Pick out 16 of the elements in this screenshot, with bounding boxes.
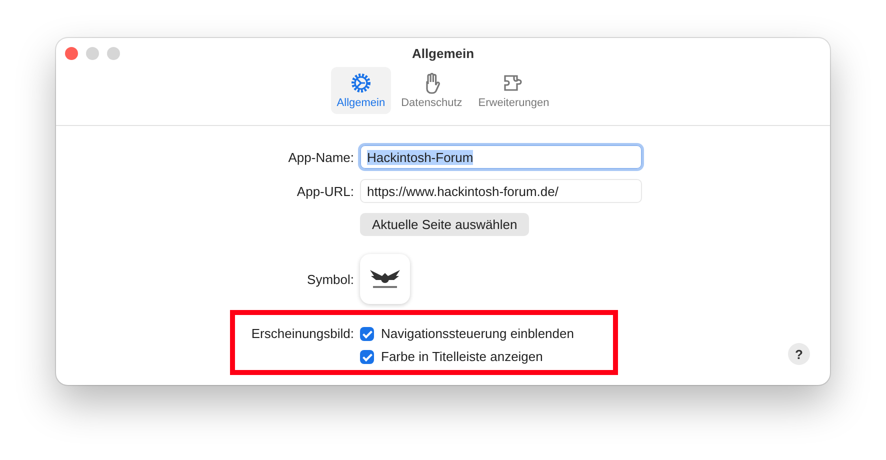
toolbar-tab[interactable]: Erweiterungen [472, 67, 556, 114]
toolbar-tab[interactable]: Allgemein [330, 67, 392, 114]
checkbox-option[interactable]: Farbe in Titelleiste anzeigen [360, 349, 642, 364]
field-label: Symbol: [307, 272, 354, 286]
url-field[interactable]: https://www.hackintosh-forum.de/ [360, 179, 642, 203]
checkbox-label: Navigationssteuerung einblenden [381, 326, 574, 341]
field-label: App-Name: [288, 150, 354, 164]
window-title: Allgemein [412, 46, 474, 61]
toolbar-tab[interactable]: Datenschutz [395, 67, 468, 114]
help-button[interactable]: ? [788, 343, 810, 365]
field-label: Erscheinungsbild: [251, 326, 354, 341]
checkbox-option[interactable]: Navigationssteuerung einblenden [360, 326, 642, 341]
name-field[interactable]: Hackintosh-Forum [360, 145, 642, 169]
field-label: App-URL: [296, 184, 354, 198]
checkbox-label: Farbe in Titelleiste anzeigen [381, 349, 543, 364]
select-page-button[interactable]: Aktuelle Seite auswählen [360, 213, 530, 236]
